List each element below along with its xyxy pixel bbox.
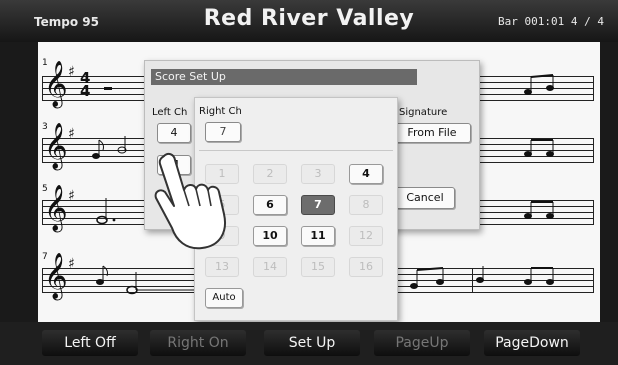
function-bar: Left Off Right On Set Up PageUp PageDown [0,322,618,365]
page-up-button[interactable]: PageUp [374,330,470,356]
set-up-button[interactable]: Set Up [264,330,360,356]
time-signature: 4 4 [80,71,91,100]
channel-button-14[interactable]: 14 [253,257,287,277]
left-ch-button[interactable]: 4 [157,123,191,143]
time-signature-bottom: 4 [80,81,91,100]
left-ch-label: Left Ch [152,107,188,118]
left-off-button[interactable]: Left Off [42,330,138,356]
rest-icon [104,87,112,90]
right-on-button[interactable]: Right On [150,330,246,356]
sharp-icon: ♯ [68,188,75,204]
bar-position-readout: Bar 001:01 4 / 4 [498,15,604,28]
eighth-notes-icon [524,74,554,95]
right-ch-label: Right Ch [199,106,242,117]
eighth-notes-icon [524,201,554,219]
eighth-notes-icon [524,139,554,157]
channel-button-6[interactable]: 6 [253,195,287,215]
cancel-button[interactable]: Cancel [395,187,455,209]
notes-icon [96,265,196,295]
page-down-button[interactable]: PageDown [484,330,580,356]
channel-button-2[interactable]: 2 [253,164,287,184]
treble-clef-icon: 𝄞 [44,123,68,169]
notes-icon [92,136,127,159]
sharp-icon: ♯ [68,256,75,272]
channel-button-4[interactable]: 4 [349,164,383,184]
channel-button-3[interactable]: 3 [301,164,335,184]
channel-button-8[interactable]: 8 [349,195,383,215]
sharp-icon: ♯ [68,126,75,142]
sharp-icon: ♯ [68,64,75,80]
half-note-icon [96,198,116,225]
top-bar: Tempo 95 Red River Valley Bar 001:01 4 /… [0,0,618,42]
channel-button-10[interactable]: 10 [253,226,287,246]
signature-label: Signature [399,107,448,118]
channel-button-13[interactable]: 13 [205,257,239,277]
channel-button-7[interactable]: 7 [301,195,335,215]
pointing-hand-icon [154,152,226,250]
eighth-notes-icon [410,266,484,289]
channel-button-11[interactable]: 11 [301,226,335,246]
dialog-title: Score Set Up [151,69,417,85]
channel-button-12[interactable]: 12 [349,226,383,246]
channel-button-16[interactable]: 16 [349,257,383,277]
signature-button[interactable]: From File [393,123,471,143]
channel-button-15[interactable]: 15 [301,257,335,277]
right-ch-value[interactable]: 7 [205,122,241,142]
auto-button[interactable]: Auto [205,288,243,308]
treble-clef-icon: 𝄞 [44,253,68,299]
treble-clef-icon: 𝄞 [44,185,68,231]
eighth-notes-icon [524,267,554,285]
treble-clef-icon: 𝄞 [44,61,68,107]
